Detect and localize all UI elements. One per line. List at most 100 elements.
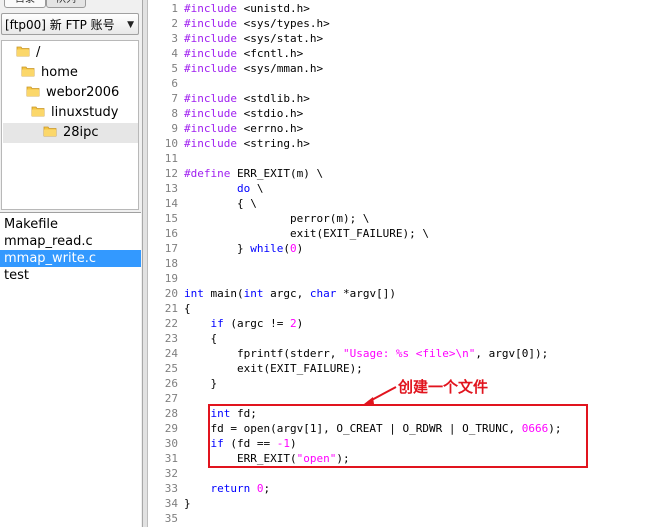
code-text: #include <string.h>	[184, 136, 310, 151]
directory-tree: / home webor2006 linuxstudy 28ipc	[1, 40, 139, 210]
code-line: 8 #include <stdio.h>	[148, 106, 648, 121]
code-line: 10 #include <string.h>	[148, 136, 648, 151]
line-number: 31	[164, 452, 178, 465]
tree-item-label: linuxstudy	[51, 105, 119, 120]
folder-icon	[31, 104, 45, 118]
code-token: #include	[184, 17, 244, 30]
line-number: 33	[164, 482, 178, 495]
code-text: #define ERR_EXIT(m) \	[184, 166, 323, 181]
tree-item-folder[interactable]: home	[21, 63, 78, 83]
code-token: fprintf(stderr,	[184, 347, 343, 360]
code-token: main(	[203, 287, 244, 300]
code-token: #include	[184, 92, 244, 105]
code-text: #include <sys/stat.h>	[184, 31, 323, 46]
highlight-box	[208, 404, 588, 468]
line-number: 12	[164, 167, 178, 180]
code-text: {	[184, 331, 217, 346]
line-number: 27	[164, 392, 178, 405]
code-token: exit(EXIT_FAILURE);	[184, 362, 363, 375]
account-selector[interactable]: [ftp00] 新 FTP 账号 ▼	[1, 13, 139, 35]
code-token: <string.h>	[243, 137, 310, 150]
code-token: <sys/mman.h>	[243, 62, 324, 75]
line-number: 5	[171, 62, 178, 75]
code-token: 0	[256, 482, 264, 495]
file-list-item[interactable]: mmap_read.c	[0, 233, 141, 250]
code-token: { \	[184, 197, 257, 210]
code-line: 15 perror(m); \	[148, 211, 648, 226]
line-number: 14	[164, 197, 178, 210]
file-list-item[interactable]: test	[0, 267, 141, 284]
code-text: #include <unistd.h>	[184, 1, 310, 16]
chevron-down-icon[interactable]: ▼	[127, 14, 134, 34]
code-line: 19	[148, 271, 648, 286]
code-text: #include <sys/mman.h>	[184, 61, 323, 76]
code-token: {	[184, 332, 218, 345]
line-number: 23	[164, 332, 178, 345]
code-token: #include	[184, 122, 244, 135]
code-token: #include	[184, 2, 244, 15]
tab-queue[interactable]: 队列	[46, 0, 86, 8]
code-token: {	[184, 302, 191, 315]
file-list-item[interactable]: Makefile	[0, 216, 141, 233]
code-text: #include <sys/types.h>	[184, 16, 330, 31]
code-line: 35	[148, 511, 648, 526]
code-text: return 0;	[184, 481, 271, 496]
code-line: 24 fprintf(stderr, "Usage: %s <file>\n",…	[148, 346, 648, 361]
code-token: while	[250, 242, 284, 255]
line-number: 6	[171, 77, 178, 90]
tab-directory[interactable]: 目录	[4, 0, 46, 8]
code-line: 16 exit(EXIT_FAILURE); \	[148, 226, 648, 241]
code-line: 3 #include <sys/stat.h>	[148, 31, 648, 46]
code-line: 13 do \	[148, 181, 648, 196]
code-text: #include <stdlib.h>	[184, 91, 310, 106]
code-text: {	[184, 301, 191, 316]
code-line: 9 #include <errno.h>	[148, 121, 648, 136]
code-text: int main(int argc, char *argv[])	[184, 286, 396, 301]
line-number: 34	[164, 497, 178, 510]
code-line: 21 {	[148, 301, 648, 316]
code-line: 2 #include <sys/types.h>	[148, 16, 648, 31]
code-token: #include	[184, 62, 244, 75]
line-number: 29	[164, 422, 178, 435]
code-token: #include	[184, 47, 244, 60]
code-token: )	[296, 317, 304, 330]
code-token: , argv[0]);	[475, 347, 549, 360]
line-number: 22	[164, 317, 178, 330]
account-selector-value: [ftp00] 新 FTP 账号	[5, 18, 115, 32]
code-token: #include	[184, 137, 244, 150]
code-text: #include <fcntl.h>	[184, 46, 303, 61]
tree-item-label: /	[36, 45, 41, 60]
code-token: #include	[184, 107, 244, 120]
file-list-item[interactable]: mmap_write.c	[0, 250, 141, 267]
tree-item-folder[interactable]: linuxstudy	[31, 103, 118, 123]
code-line: 32	[148, 466, 648, 481]
code-line: 17 } while(0)	[148, 241, 648, 256]
code-token: 0	[289, 242, 297, 255]
code-line: 12 #define ERR_EXIT(m) \	[148, 166, 648, 181]
code-line: 23 {	[148, 331, 648, 346]
code-line: 1 #include <unistd.h>	[148, 1, 648, 16]
line-number: 32	[164, 467, 178, 480]
code-text: perror(m); \	[184, 211, 369, 226]
annotation-label: 创建一个文件	[398, 378, 489, 396]
tree-item-folder[interactable]: 28ipc	[3, 123, 138, 143]
code-token: }	[184, 497, 191, 510]
code-line: 4 #include <fcntl.h>	[148, 46, 648, 61]
line-number: 15	[164, 212, 178, 225]
file-list: Makefile mmap_read.c mmap_write.c test	[0, 212, 141, 528]
code-token: <sys/stat.h>	[243, 32, 324, 45]
folder-icon	[21, 64, 35, 78]
code-text: fprintf(stderr, "Usage: %s <file>\n", ar…	[184, 346, 548, 361]
code-line: 20 int main(int argc, char *argv[])	[148, 286, 648, 301]
tree-item-root[interactable]: /	[16, 43, 40, 63]
tree-item-folder[interactable]: webor2006	[26, 83, 119, 103]
line-number: 4	[171, 47, 178, 60]
code-token: ERR_EXIT(m) \	[236, 167, 324, 180]
code-line: 14 { \	[148, 196, 648, 211]
code-line: 33 return 0;	[148, 481, 648, 496]
code-token: int	[184, 287, 204, 300]
annotation-arrow-icon	[364, 386, 397, 404]
line-number: 7	[171, 92, 178, 105]
